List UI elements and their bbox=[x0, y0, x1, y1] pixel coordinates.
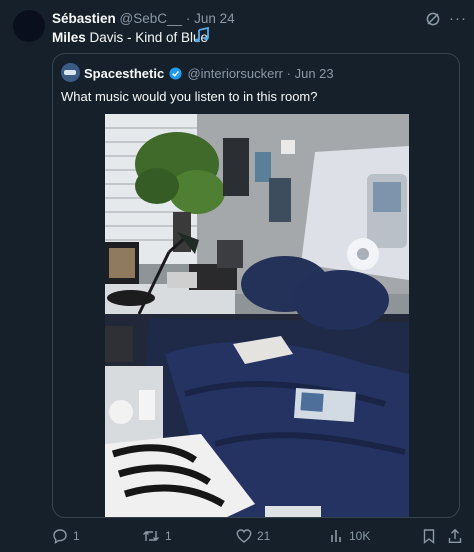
quoted-author-name[interactable]: Spacesthetic bbox=[84, 66, 164, 81]
musical-notes-icon bbox=[194, 27, 209, 43]
bookmark-button[interactable] bbox=[422, 526, 436, 546]
repost-icon bbox=[143, 531, 159, 541]
bookmark-icon bbox=[423, 529, 435, 544]
tweet-text: Miles Davis - Kind of Blue bbox=[52, 29, 208, 46]
verified-badge-icon bbox=[169, 67, 182, 80]
like-count: 21 bbox=[257, 529, 271, 543]
repost-button[interactable]: 1 bbox=[142, 526, 172, 546]
header-separator: · bbox=[185, 11, 191, 26]
reply-icon bbox=[53, 529, 67, 544]
share-icon bbox=[448, 528, 462, 543]
quoted-tweet-text: What music would you listen to in this r… bbox=[61, 89, 318, 104]
more-options-icon[interactable]: ··· bbox=[449, 10, 467, 27]
quoted-post-date[interactable]: Jun 23 bbox=[295, 66, 334, 81]
like-button[interactable]: 21 bbox=[236, 526, 270, 546]
author-handle[interactable]: @SebC__ bbox=[120, 11, 183, 26]
repost-count: 1 bbox=[165, 529, 172, 543]
quoted-author-handle[interactable]: @interiorsuckerr bbox=[187, 66, 283, 81]
heart-icon bbox=[236, 529, 252, 543]
quoted-tweet-header: Spacesthetic @interiorsuckerr · Jun 23 bbox=[84, 66, 334, 81]
tweet[interactable]: Sébastien @SebC__ · Jun 24 ··· Miles Dav… bbox=[0, 0, 474, 552]
quoted-tweet[interactable]: Spacesthetic @interiorsuckerr · Jun 23 W… bbox=[52, 53, 460, 518]
grok-icon[interactable] bbox=[425, 11, 441, 27]
tweet-text-bold: Miles bbox=[52, 30, 86, 45]
author-avatar[interactable] bbox=[13, 10, 45, 42]
post-date[interactable]: Jun 24 bbox=[194, 11, 235, 26]
view-count: 10K bbox=[349, 529, 371, 543]
room-photo[interactable] bbox=[105, 114, 409, 517]
share-button[interactable] bbox=[448, 526, 462, 546]
author-name[interactable]: Sébastien bbox=[52, 11, 116, 26]
reply-button[interactable]: 1 bbox=[52, 526, 80, 546]
reply-count: 1 bbox=[73, 529, 80, 543]
analytics-icon bbox=[331, 530, 341, 542]
quoted-header-separator: · bbox=[286, 66, 291, 81]
quoted-author-avatar[interactable] bbox=[61, 63, 80, 82]
tweet-text-rest: Davis - Kind of Blue bbox=[85, 30, 209, 45]
tweet-header: Sébastien @SebC__ · Jun 24 bbox=[52, 11, 235, 27]
views-button[interactable]: 10K bbox=[330, 526, 370, 546]
action-bar: 1 1 21 10K bbox=[0, 526, 474, 546]
